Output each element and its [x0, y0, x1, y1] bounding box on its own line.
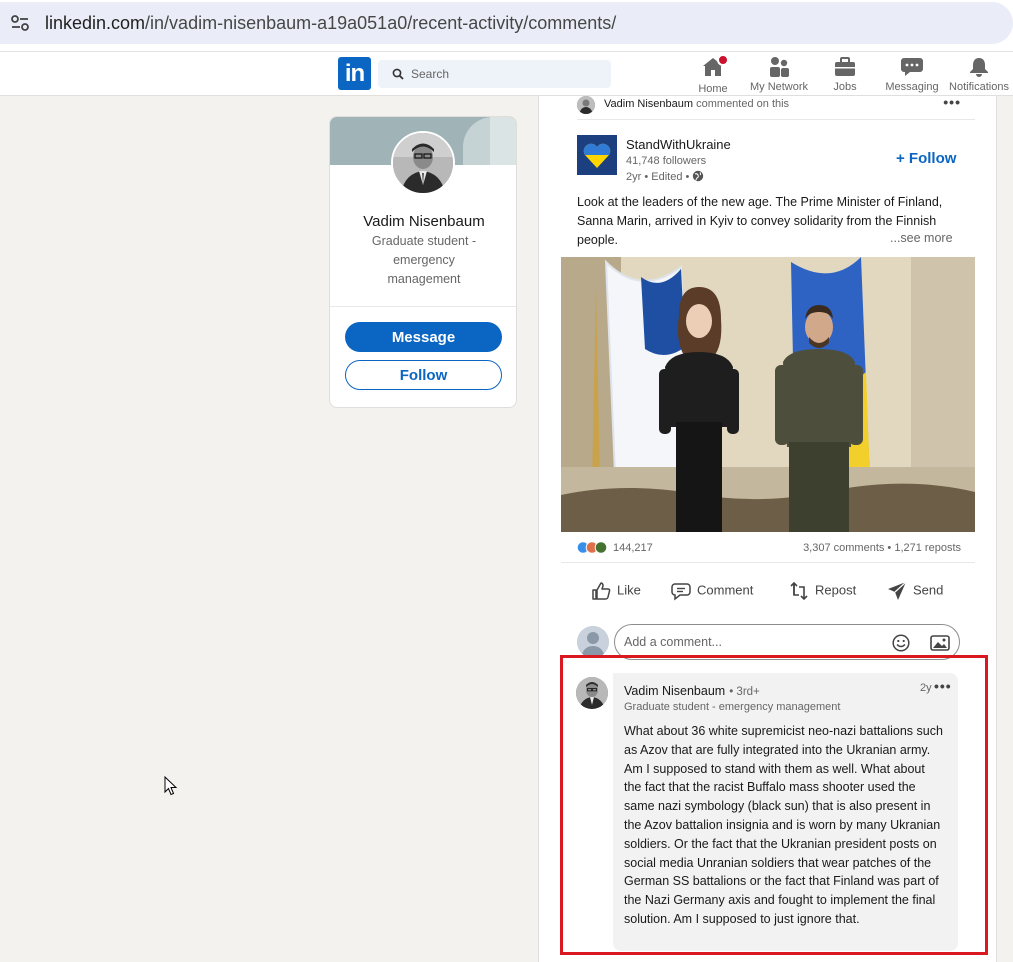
post-image[interactable] — [561, 257, 975, 532]
actor-name[interactable]: Vadim Nisenbaum — [604, 98, 693, 110]
linkedin-navbar: in Home My Network Jobs — [0, 52, 1013, 96]
repost-label: Repost — [815, 582, 857, 598]
search-input[interactable] — [411, 64, 601, 84]
org-name[interactable]: StandWithUkraine — [626, 137, 731, 152]
nav-messaging[interactable]: Messaging — [884, 56, 940, 96]
more-options-icon[interactable]: ••• — [943, 94, 961, 110]
send-label: Send — [913, 582, 944, 598]
message-button[interactable]: Message — [345, 322, 502, 352]
search-icon — [392, 68, 404, 80]
notification-badge — [717, 54, 729, 66]
like-button[interactable]: Like — [591, 578, 641, 604]
send-icon — [888, 581, 907, 600]
chat-icon — [901, 58, 923, 76]
post-stats[interactable]: 3,307 comments • 1,271 reposts — [803, 542, 961, 554]
see-more-link[interactable]: ...see more — [888, 231, 953, 245]
nav-jobs-label: Jobs — [833, 81, 857, 93]
globe-icon — [693, 170, 704, 182]
network-icon — [770, 57, 789, 77]
reactions-row: 144,217 3,307 comments • 1,271 reposts — [577, 540, 961, 556]
reaction-icons[interactable] — [577, 541, 611, 554]
send-button[interactable]: Send — [887, 578, 943, 604]
nav-messaging-label: Messaging — [885, 81, 939, 93]
profile-card: Vadim Nisenbaum Graduate student - emerg… — [329, 116, 517, 408]
repost-button[interactable]: Repost — [789, 578, 856, 604]
post-meta: 2yr • Edited • — [626, 170, 704, 183]
comment-button[interactable]: Comment — [671, 578, 753, 604]
site-settings-icon[interactable] — [10, 13, 30, 33]
current-user-avatar — [577, 626, 609, 658]
browser-address-bar: linkedin.com/in/vadim-nisenbaum-a19a051a… — [0, 0, 1013, 52]
divider — [330, 306, 516, 307]
nav-notifications[interactable]: Notifications — [946, 56, 1012, 96]
like-icon — [592, 582, 611, 600]
post-time: 2yr • Edited • — [626, 171, 690, 183]
activity-text: Vadim Nisenbaum commented on this — [604, 98, 789, 110]
repost-icon — [790, 581, 808, 601]
nav-notifications-label: Notifications — [949, 81, 1009, 93]
search-bar[interactable] — [378, 60, 611, 88]
comment-input[interactable] — [624, 633, 874, 651]
url-field[interactable]: linkedin.com/in/vadim-nisenbaum-a19a051a… — [0, 2, 1013, 44]
nav-jobs[interactable]: Jobs — [832, 56, 858, 96]
briefcase-icon — [835, 57, 855, 76]
post-actions: Like Comment Repost Send — [561, 574, 975, 608]
reaction-count[interactable]: 144,217 — [613, 542, 653, 554]
nav-my-network[interactable]: My Network — [748, 56, 810, 96]
nav-home[interactable]: Home — [697, 54, 729, 96]
comment-label: Comment — [697, 582, 754, 598]
like-label: Like — [617, 582, 641, 598]
activity-action: commented on this — [696, 98, 790, 110]
actor-avatar[interactable] — [577, 96, 595, 114]
activity-context: Vadim Nisenbaum commented on this ••• — [577, 94, 975, 120]
highlight-box — [560, 655, 988, 955]
follow-button[interactable]: Follow — [345, 360, 502, 390]
comment-icon — [671, 583, 691, 601]
nav-home-label: Home — [698, 83, 728, 95]
profile-headline: Graduate student - emergency management — [371, 234, 477, 286]
profile-avatar[interactable] — [391, 131, 455, 195]
url-host: linkedin.com — [45, 13, 146, 33]
emoji-icon[interactable] — [892, 634, 910, 652]
org-followers: 41,748 followers — [626, 155, 707, 167]
org-follow-button[interactable]: + Follow — [896, 150, 956, 167]
url-text[interactable]: linkedin.com/in/vadim-nisenbaum-a19a051a… — [45, 13, 616, 34]
image-icon[interactable] — [930, 634, 950, 652]
url-path: /in/vadim-nisenbaum-a19a051a0/recent-act… — [145, 13, 617, 33]
org-logo[interactable] — [577, 135, 617, 175]
nav-my-network-label: My Network — [749, 81, 809, 93]
profile-name[interactable]: Vadim Nisenbaum — [330, 213, 516, 230]
bell-icon — [970, 58, 988, 77]
mouse-cursor-icon — [164, 776, 178, 796]
linkedin-logo[interactable]: in — [338, 57, 371, 90]
divider — [561, 562, 975, 563]
